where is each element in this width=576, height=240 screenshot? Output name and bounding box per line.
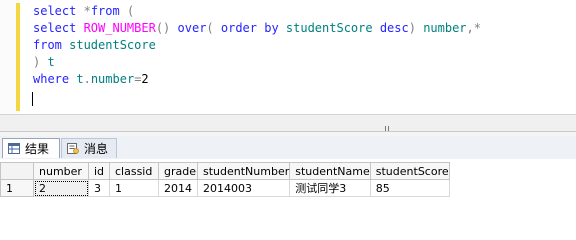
tab-messages[interactable]: 消息 xyxy=(61,138,117,158)
code-token: from xyxy=(90,4,127,18)
corner-header[interactable] xyxy=(0,162,34,180)
code-token: where xyxy=(33,72,77,86)
column-header-grade[interactable]: grade xyxy=(158,162,198,180)
code-token: desc xyxy=(379,21,409,35)
code-token: () xyxy=(155,21,178,35)
message-icon xyxy=(67,143,79,154)
column-header-studentnumber[interactable]: studentNumber xyxy=(196,162,291,180)
code-token: select xyxy=(33,21,84,35)
code-token: studentScore xyxy=(69,38,156,52)
sql-code[interactable]: select *from (select ROW_NUMBER() over( … xyxy=(33,3,481,88)
code-token: order by xyxy=(220,21,286,35)
cell-grade[interactable]: 2014 xyxy=(158,179,198,197)
cell-studentscore[interactable]: 85 xyxy=(369,179,450,197)
code-token: ) xyxy=(33,55,48,69)
tab-results-label: 结果 xyxy=(25,142,50,156)
code-line[interactable]: from studentScore xyxy=(33,37,481,54)
column-header-classid[interactable]: classid xyxy=(109,162,159,180)
text-cursor xyxy=(32,92,33,106)
scroll-grip-icon[interactable] xyxy=(385,119,393,153)
code-token: select xyxy=(33,4,84,18)
grid-icon xyxy=(8,143,20,154)
code-line[interactable]: select ROW_NUMBER() over( order by stude… xyxy=(33,20,481,37)
code-token: from xyxy=(33,38,70,52)
tab-results[interactable]: 结果 xyxy=(2,138,60,158)
code-token: . xyxy=(83,72,91,86)
code-token: studentScore xyxy=(285,21,380,35)
table-row[interactable]: 1 2 3 1 2014 2014003 测试同学3 85 xyxy=(0,179,450,197)
sql-editor[interactable]: select *from (select ROW_NUMBER() over( … xyxy=(0,0,576,114)
code-token: 2 xyxy=(141,72,149,86)
cell-classid[interactable]: 1 xyxy=(109,179,159,197)
results-grid[interactable]: number id classid grade studentNumber st… xyxy=(0,159,576,207)
code-token: over xyxy=(177,21,207,35)
code-token: number xyxy=(90,72,135,86)
change-tracking-bar xyxy=(16,3,20,111)
row-number[interactable]: 1 xyxy=(0,179,34,197)
column-header-id[interactable]: id xyxy=(88,162,110,180)
header-row: number id classid grade studentNumber st… xyxy=(0,162,450,180)
column-header-studentname[interactable]: studentName xyxy=(289,162,371,180)
code-token: ,* xyxy=(466,21,481,35)
code-token: ( xyxy=(126,4,135,18)
column-header-studentscore[interactable]: studentScore xyxy=(369,162,450,180)
cell-studentname[interactable]: 测试同学3 xyxy=(289,179,371,197)
code-token: ROW_NUMBER xyxy=(83,21,156,35)
code-token: t xyxy=(76,72,84,86)
code-line[interactable]: ) t xyxy=(33,54,481,71)
code-token: number xyxy=(423,21,467,35)
code-line[interactable]: where t.number=2 xyxy=(33,71,481,88)
cell-id[interactable]: 3 xyxy=(88,179,110,197)
cell-studentnumber[interactable]: 2014003 xyxy=(196,179,291,197)
tab-messages-label: 消息 xyxy=(84,142,109,156)
code-token: ) xyxy=(408,21,424,35)
results-tab-bar: 结果 消息 xyxy=(0,136,576,160)
code-token: * xyxy=(83,4,91,18)
editor-horizontal-scrollbar[interactable] xyxy=(0,114,576,153)
code-token: ( xyxy=(206,21,221,35)
results-table: number id classid grade studentNumber st… xyxy=(0,162,450,197)
column-header-number[interactable]: number xyxy=(33,162,89,180)
code-line[interactable]: select *from ( xyxy=(33,3,481,20)
cell-number[interactable]: 2 xyxy=(33,179,89,197)
code-token: t xyxy=(47,55,55,69)
